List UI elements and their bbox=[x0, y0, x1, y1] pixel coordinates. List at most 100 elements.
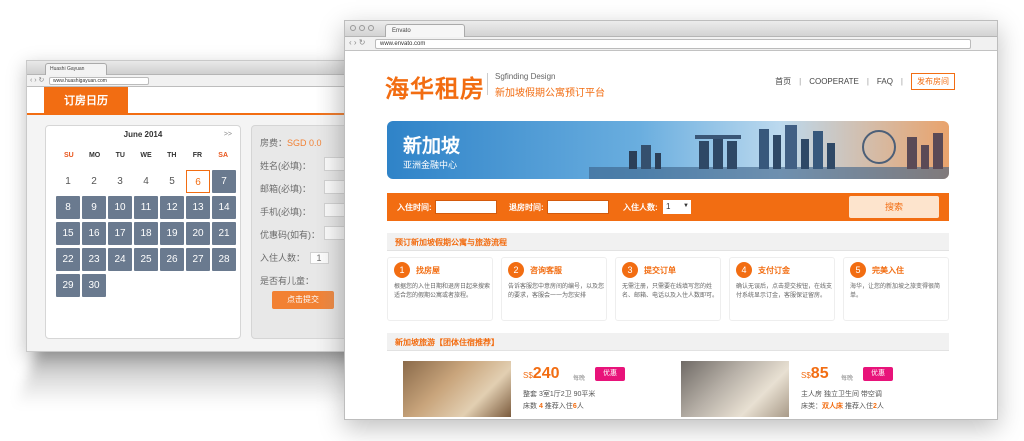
calendar-day-booked[interactable]: 18 bbox=[134, 222, 158, 245]
listing-card[interactable]: S$85 每晚 优惠 主人房 独立卫生间 带空调 床类：双人床 推荐入住2人 bbox=[681, 361, 941, 417]
step-card: 4 支付订金 确认无误后，点击提交按钮，在线支付系统显示订金，客服保证留房。 bbox=[729, 257, 835, 321]
calendar-day-booked[interactable]: 17 bbox=[108, 222, 132, 245]
front-address-bar[interactable]: www.envato.com bbox=[375, 39, 971, 49]
front-nav-arrows-icon[interactable]: ‹ › ↻ bbox=[349, 38, 365, 47]
calendar-day-booked[interactable]: 15 bbox=[56, 222, 80, 245]
singapore-skyline-image bbox=[589, 125, 949, 179]
guests-label: 入住人数： bbox=[260, 253, 306, 263]
step-title: 找房屋 bbox=[416, 266, 440, 275]
listing-photo[interactable] bbox=[681, 361, 789, 417]
calendar-next-button[interactable]: >> bbox=[224, 131, 232, 138]
calendar-day-booked[interactable]: 7 bbox=[212, 170, 236, 193]
guests-dropdown[interactable]: 1 ▼ bbox=[663, 200, 691, 214]
zoom-window-icon[interactable] bbox=[368, 25, 374, 31]
hero-banner: 新加坡 亚洲金融中心 bbox=[387, 121, 949, 179]
front-browser-tab[interactable]: Envato bbox=[385, 24, 465, 37]
calendar-day-booked[interactable]: 19 bbox=[160, 222, 184, 245]
calendar-day-booked[interactable]: 24 bbox=[108, 248, 132, 271]
step-title: 提交订单 bbox=[644, 266, 676, 275]
calendar-day-booked[interactable]: 11 bbox=[134, 196, 158, 219]
publish-room-button[interactable]: 发布房间 bbox=[911, 73, 955, 90]
listing-photo[interactable] bbox=[403, 361, 511, 417]
calendar-day-booked[interactable]: 20 bbox=[186, 222, 210, 245]
back-browser-tab[interactable]: Huashi Gayuan bbox=[45, 63, 107, 75]
calendar-day-booked[interactable]: 10 bbox=[108, 196, 132, 219]
calendar-week: 8 9 10 11 12 13 14 bbox=[56, 196, 240, 222]
calendar-day-booked[interactable]: 27 bbox=[186, 248, 210, 271]
calendar-day-booked[interactable]: 29 bbox=[56, 274, 80, 297]
calendar-day-booked[interactable]: 23 bbox=[82, 248, 106, 271]
guests-unit: 人 bbox=[576, 403, 584, 410]
children-label: 是否有儿童： bbox=[260, 276, 315, 286]
calendar-day-booked[interactable]: 9 bbox=[82, 196, 106, 219]
calendar-day[interactable]: 4 bbox=[134, 170, 158, 193]
checkin-input[interactable] bbox=[435, 200, 497, 214]
process-steps: 1 找房屋 根据您的入住日期和退房日起来搜索适合您的假期公寓或者旅程。 2 咨询… bbox=[387, 257, 949, 323]
calendar-day[interactable]: 1 bbox=[56, 170, 80, 193]
calendar-day-booked[interactable]: 16 bbox=[82, 222, 106, 245]
checkin-label: 入住时间: bbox=[397, 203, 432, 212]
calendar-day-booked[interactable]: 14 bbox=[212, 196, 236, 219]
tagline-en: Sgfinding Design bbox=[495, 72, 556, 81]
recommend-label: 推荐入住 bbox=[542, 403, 573, 410]
calendar-day-booked[interactable]: 21 bbox=[212, 222, 236, 245]
process-section-header: 预订新加坡假期公寓与旅游流程 bbox=[387, 233, 949, 251]
calendar-day[interactable]: 3 bbox=[108, 170, 132, 193]
top-nav: 首页 | COOPERATE | FAQ | 发布房间 bbox=[775, 73, 955, 90]
step-card: 1 找房屋 根据您的入住日期和退房日起来搜索适合您的假期公寓或者旅程。 bbox=[387, 257, 493, 321]
calendar-day-booked[interactable]: 12 bbox=[160, 196, 184, 219]
calendar-day-booked[interactable]: 13 bbox=[186, 196, 210, 219]
back-address-bar[interactable]: www.huashigayuan.com bbox=[49, 77, 149, 85]
weekday-label: SU bbox=[63, 152, 74, 159]
step-number: 4 bbox=[736, 262, 752, 278]
checkout-input[interactable] bbox=[547, 200, 609, 214]
calendar-day-booked[interactable]: 8 bbox=[56, 196, 80, 219]
tour-title: 新加坡旅游【团体住宿推荐】 bbox=[395, 338, 499, 347]
step-number: 5 bbox=[850, 262, 866, 278]
back-nav-arrows-icon[interactable]: ‹ › ↻ bbox=[30, 76, 44, 84]
email-label: 邮箱(必填)： bbox=[260, 184, 311, 194]
calendar-day-booked[interactable]: 30 bbox=[82, 274, 106, 297]
banner-subtitle: 亚洲金融中心 bbox=[403, 160, 458, 170]
search-button[interactable]: 搜索 bbox=[849, 196, 939, 218]
nav-separator: | bbox=[900, 77, 903, 86]
weekday-label: FR bbox=[192, 152, 203, 159]
nav-faq[interactable]: FAQ bbox=[877, 77, 893, 86]
weekday-label: TU bbox=[115, 152, 125, 159]
step-card: 3 提交订单 无需注册，只需要在线填写您的姓名、邮箱、电话以及入住人数即可。 bbox=[615, 257, 721, 321]
dropdown-arrow-icon: ▼ bbox=[683, 203, 689, 209]
listing-capacity: 床数 4 推荐入住6人 bbox=[523, 401, 584, 411]
guests-unit: 人 bbox=[876, 403, 884, 410]
step-number: 1 bbox=[394, 262, 410, 278]
tab-booking-calendar[interactable]: 订房日历 bbox=[44, 87, 128, 115]
price-label: 房费： bbox=[260, 138, 288, 148]
step-description: 海华，让您的新加坡之旅变得很简单。 bbox=[850, 284, 941, 299]
calendar-day-booked[interactable]: 26 bbox=[160, 248, 184, 271]
calendar-day-selected[interactable]: 6 bbox=[186, 170, 210, 193]
price-line: 房费：SGD 0.0 bbox=[260, 136, 322, 149]
site-logo[interactable]: 海华租房 bbox=[385, 69, 485, 104]
window-controls bbox=[350, 25, 374, 31]
nav-home[interactable]: 首页 bbox=[775, 76, 791, 87]
calendar-day[interactable]: 2 bbox=[82, 170, 106, 193]
calendar-day-booked[interactable]: 25 bbox=[134, 248, 158, 271]
weekday-label: SA bbox=[218, 152, 229, 159]
listing-card[interactable]: S$240 每晚 优惠 整套 3室1厅2卫 90平米 床数 4 推荐入住6人 bbox=[403, 361, 663, 417]
step-description: 无需注册，只需要在线填写您的姓名、邮箱、电话以及入住人数即可。 bbox=[622, 284, 719, 299]
step-number: 2 bbox=[508, 262, 524, 278]
calendar-week: 29 30 bbox=[56, 274, 240, 300]
search-bar: 入住时间: 退房时间: 入住人数: 1 ▼ 搜索 bbox=[387, 193, 949, 221]
step-title: 完美入住 bbox=[872, 266, 904, 275]
close-window-icon[interactable] bbox=[350, 25, 356, 31]
minimize-window-icon[interactable] bbox=[359, 25, 365, 31]
calendar-day[interactable]: 5 bbox=[160, 170, 184, 193]
nav-cooperate[interactable]: COOPERATE bbox=[809, 77, 859, 86]
calendar-grid: 1 2 3 4 5 6 7 8 9 10 11 12 13 14 15 16 1… bbox=[56, 170, 240, 300]
calendar-month: June 2014 bbox=[123, 130, 163, 139]
calendar-day-booked[interactable]: 28 bbox=[212, 248, 236, 271]
step-card: 2 咨询客服 告诉客服您中意房间的编号，以及您的要求，客服会一一为您安排 bbox=[501, 257, 607, 321]
listing-price: S$240 bbox=[523, 365, 560, 383]
calendar-day-booked[interactable]: 22 bbox=[56, 248, 80, 271]
weekday-label: MO bbox=[88, 152, 101, 159]
listing-per-night: 每晚 bbox=[841, 376, 854, 382]
